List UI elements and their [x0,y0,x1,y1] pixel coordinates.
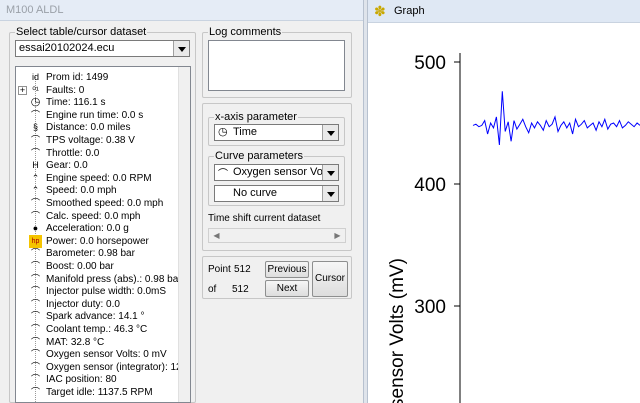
point-label: Point [208,264,231,275]
tree-item-label: Coolant temp.: 46.3 °C [46,324,148,335]
tree-item-label: Engine speed: 0.0 RPM [46,172,152,184]
gauge-icon: ⌒ [30,298,40,309]
gauge-icon: ⌒ [218,169,228,180]
clock-icon: ◷ [218,126,228,138]
of-value: 512 [232,284,249,295]
dataset-select-value: essai20102024.ecu [19,42,115,54]
graph-window-title: Graph [394,5,425,17]
x-axis-group-label: x-axis parameter [214,111,298,123]
curve-2-select-value: No curve [233,187,278,199]
expand-icon[interactable]: + [18,85,27,95]
curve-1-select[interactable]: ⌒ Oxygen sensor Volts [214,164,339,181]
gauge-icon: ⌒ [30,374,40,385]
graph-titlebar: ✽ Graph [368,0,640,23]
tree-item-label: IAC position: 80 [46,374,117,386]
arrow-right-icon[interactable]: ▶ [331,230,344,241]
tree-scrollbar[interactable] [178,67,190,402]
tree-item-label: Distance: 0.0 miles [46,122,131,134]
speed-icon: ⌃ [31,185,40,196]
clock-icon: ◷ [30,96,41,109]
of-label: of [208,284,217,295]
chevron-down-icon[interactable] [322,165,338,180]
tree-item-label: Injector pulse width: 0.0mS [46,286,167,298]
time-shift-slider[interactable]: ◀ ▶ [208,228,346,243]
tree-item-label: Smoothed speed: 0.0 mph [46,198,164,209]
rpm-icon: ⌃ [31,172,40,183]
gauge-icon: ⌒ [30,135,40,145]
curve-group-label: Curve parameters [214,150,305,162]
tree-item-label: Target idle: 1137.5 RPM [46,387,153,398]
tree-item-label: Calc. speed: 0.0 mph [46,210,141,222]
y-tick-label: 500 [414,53,446,74]
gauge-icon: ⌒ [30,286,40,297]
aldl-titlebar: M100 ALDL [0,0,363,21]
tree-item-label: Power: 0.0 horsepower [46,235,149,247]
tree-item-label: Manifold press (abs).: 0.98 bar [46,273,182,285]
previous-button[interactable]: Previous [265,261,309,278]
power-icon: hp [29,234,42,248]
time-shift-label: Time shift current dataset [208,213,321,224]
gauge-icon: ⌒ [30,361,40,372]
cursor-button[interactable]: Cursor [312,261,348,297]
tree-item-label: Gear: 0.0 [46,160,88,172]
tree-item-label: Injector duty: 0.0 [46,298,120,310]
tree-item-label: Oxygen sensor Volts: 0 mV [46,349,167,361]
gauge-icon: ⌒ [30,261,40,271]
point-value: 512 [234,264,251,275]
x-axis-select-value: Time [233,126,258,138]
chevron-down-icon[interactable] [322,186,338,201]
x-axis-select[interactable]: ◷ Time [214,124,339,141]
acceleration-icon: ● [32,223,39,234]
id-icon: id [31,72,39,82]
tree-item-label: Prom id: 1499 [46,72,109,83]
arrow-left-icon[interactable]: ◀ [210,230,223,241]
aldl-window: M100 ALDL Select table/cursor dataset es… [0,0,363,403]
gauge-icon: ⌒ [30,311,40,322]
gauge-icon: ⌒ [30,109,40,120]
y-axis-label: sensor Volts (mV) [387,258,408,403]
gauge-icon: ⌒ [30,147,40,158]
oxygen-sensor-chart[interactable]: 500 400 300 sensor Volts (mV) [368,23,640,403]
gear-icon: H [32,160,39,171]
tree-item-label: TPS voltage: 0.38 V [46,135,135,146]
graph-app-icon: ✽ [374,3,386,19]
gauge-icon: ⌒ [30,349,40,360]
tree-item-label: Acceleration: 0.0 g [46,223,129,235]
curve-1-select-value: Oxygen sensor Volts [233,166,334,178]
window-title: M100 ALDL [6,4,64,16]
dataset-select[interactable]: essai20102024.ecu [15,40,190,57]
y-tick-label: 400 [414,175,446,196]
graph-window: ✽ Graph 500 400 300 sensor Volts (mV) [368,0,640,403]
tree-item-label: Faults: 0 [46,84,85,96]
tree-item-label: Throttle: 0.0 [46,147,100,159]
distance-icon: § [32,122,38,133]
y-tick-label: 300 [414,297,446,318]
next-button[interactable]: Next [265,280,309,297]
binary-icon: ⁰¹ [32,84,39,95]
tree-item-label: Time: 116.1 s [46,97,106,109]
gauge-icon: ⌒ [30,210,40,221]
chevron-down-icon[interactable] [173,41,189,56]
gauge-icon: ⌒ [30,273,40,284]
gauge-icon: ⌒ [30,198,40,208]
gauge-icon: ⌒ [30,336,40,347]
curve-2-select[interactable]: No curve [214,185,339,202]
gauge-icon: ⌒ [30,387,40,397]
tree-item-label: Boost: 0.00 bar [46,261,114,272]
gauge-icon: ⌒ [30,324,40,334]
series-line [472,91,640,146]
tree-item-label: Barometer: 0.98 bar [46,248,135,260]
parameter-tree[interactable]: id Prom id: 1499 + ⁰¹ Faults: 0 ◷ Time: 116.1 … [15,66,191,403]
log-comments-textarea[interactable] [208,40,345,91]
dataset-group-label: Select table/cursor dataset [15,26,148,38]
gauge-icon: ⌒ [30,248,40,259]
log-comments-label: Log comments [208,26,283,38]
tree-item-label: Engine run time: 0.0 s [46,109,144,121]
tree-item-label: Oxygen sensor (integrator): 128 [46,361,188,373]
chevron-down-icon[interactable] [322,125,338,140]
tree-item-label: Speed: 0.0 mph [46,185,117,197]
tree-item-label: Spark advance: 14.1 ° [46,311,145,323]
tree-item-label: MAT: 32.8 °C [46,336,105,348]
